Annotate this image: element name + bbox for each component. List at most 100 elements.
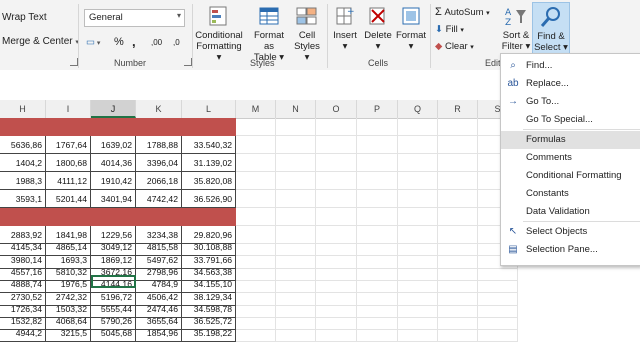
cell[interactable]: 31.139,02 <box>182 154 236 172</box>
conditional-formatting-button[interactable]: Conditional Formatting ▾ <box>194 4 244 63</box>
cell[interactable] <box>316 136 357 154</box>
find-select-button[interactable]: Find & Select ▾ <box>532 2 570 58</box>
sort-filter-button[interactable]: AZ Sort & Filter ▾ <box>500 4 532 52</box>
percent-button[interactable]: % <box>114 36 124 48</box>
menu-item-conditional-formatting[interactable]: Conditional Formatting <box>501 167 640 185</box>
cell[interactable]: 3593,1 <box>0 190 46 208</box>
cell[interactable] <box>316 208 357 226</box>
cell[interactable]: 5201,44 <box>46 190 91 208</box>
menu-item-formulas[interactable]: Formulas <box>501 131 640 149</box>
cell[interactable] <box>276 154 316 172</box>
column-header-m[interactable]: M <box>236 100 276 118</box>
menu-item-replace[interactable]: ab Replace... <box>501 75 640 93</box>
cell[interactable] <box>316 190 357 208</box>
comma-style-button[interactable]: , <box>132 34 136 49</box>
menu-item-find[interactable]: ⌕ Find... <box>501 57 640 75</box>
cell[interactable] <box>276 172 316 190</box>
cell[interactable] <box>236 324 276 342</box>
cell[interactable]: 4742,42 <box>136 190 182 208</box>
cell[interactable]: 35.820,08 <box>182 172 236 190</box>
cell[interactable] <box>357 154 398 172</box>
cell[interactable] <box>357 190 398 208</box>
cell[interactable]: 4944,2 <box>0 324 46 342</box>
fill-button[interactable]: ⬇ Fill ▾ <box>435 24 464 35</box>
cell[interactable]: 1639,02 <box>91 136 136 154</box>
column-header-l[interactable]: L <box>182 100 236 118</box>
cell[interactable] <box>438 208 478 226</box>
menu-item-goto[interactable]: → Go To... <box>501 93 640 111</box>
cell[interactable] <box>357 324 398 342</box>
menu-item-goto-special[interactable]: Go To Special... <box>501 111 640 129</box>
menu-item-data-validation[interactable]: Data Validation <box>501 203 640 221</box>
cell[interactable] <box>398 324 438 342</box>
wrap-text-button[interactable]: Wrap Text <box>2 12 47 23</box>
delete-button[interactable]: Delete ▾ <box>362 4 394 52</box>
cell[interactable] <box>438 190 478 208</box>
cell[interactable] <box>398 118 438 136</box>
cell[interactable] <box>316 324 357 342</box>
cell[interactable]: 33.540,32 <box>182 136 236 154</box>
cell[interactable]: 3401,94 <box>91 190 136 208</box>
cell[interactable] <box>236 172 276 190</box>
number-launcher-icon[interactable] <box>184 58 192 66</box>
cell[interactable]: 2066,18 <box>136 172 182 190</box>
menu-item-comments[interactable]: Comments <box>501 149 640 167</box>
cell[interactable] <box>438 172 478 190</box>
cell-styles-button[interactable]: Cell Styles ▾ <box>292 4 322 63</box>
cell[interactable]: 5636,86 <box>0 136 46 154</box>
cell[interactable]: 1767,64 <box>46 136 91 154</box>
cell[interactable]: 1800,68 <box>46 154 91 172</box>
cell[interactable] <box>438 324 478 342</box>
column-header-j[interactable]: J <box>91 100 136 118</box>
active-cell[interactable] <box>91 275 136 289</box>
menu-item-constants[interactable]: Constants <box>501 185 640 203</box>
format-as-table-button[interactable]: Format as Table ▾ <box>248 4 290 63</box>
cell[interactable]: 1788,88 <box>136 136 182 154</box>
cell[interactable] <box>398 190 438 208</box>
cell[interactable] <box>398 136 438 154</box>
increase-decimal-button[interactable]: ,00 <box>151 38 162 47</box>
cell[interactable]: 4014,36 <box>91 154 136 172</box>
cell[interactable] <box>357 136 398 154</box>
column-header-q[interactable]: Q <box>398 100 438 118</box>
column-header-r[interactable]: R <box>438 100 478 118</box>
cell[interactable] <box>236 190 276 208</box>
cell[interactable] <box>316 154 357 172</box>
merge-center-button[interactable]: Merge & Center ▾ <box>2 36 79 47</box>
clear-button[interactable]: ◆ Clear ▾ <box>435 41 474 52</box>
cell[interactable]: 36.526,90 <box>182 190 236 208</box>
cell[interactable] <box>357 118 398 136</box>
insert-button[interactable]: + Insert ▾ <box>330 4 360 52</box>
cell[interactable] <box>236 118 276 136</box>
cell[interactable]: 1910,42 <box>91 172 136 190</box>
column-header-p[interactable]: P <box>357 100 398 118</box>
cell[interactable] <box>398 154 438 172</box>
column-header-k[interactable]: K <box>136 100 182 118</box>
menu-item-select-objects[interactable]: ↖ Select Objects <box>501 223 640 241</box>
cell[interactable]: 3215,5 <box>46 324 91 342</box>
cell[interactable] <box>316 172 357 190</box>
cell[interactable] <box>276 190 316 208</box>
autosum-button[interactable]: Σ AutoSum ▾ <box>435 6 490 18</box>
cell[interactable] <box>316 118 357 136</box>
cell[interactable] <box>478 324 518 342</box>
cell[interactable]: 5045,68 <box>91 324 136 342</box>
cell[interactable]: 1404,2 <box>0 154 46 172</box>
cell[interactable] <box>357 208 398 226</box>
cell[interactable] <box>236 136 276 154</box>
cell[interactable] <box>398 172 438 190</box>
cell[interactable] <box>276 324 316 342</box>
currency-format-button[interactable]: ▭ ▾ <box>86 37 100 48</box>
column-header-i[interactable]: I <box>46 100 91 118</box>
column-header-o[interactable]: O <box>316 100 357 118</box>
format-button[interactable]: Format ▾ <box>394 4 428 52</box>
cell[interactable] <box>438 136 478 154</box>
cell[interactable]: 1988,3 <box>0 172 46 190</box>
alignment-launcher-icon[interactable] <box>70 58 78 66</box>
cell[interactable]: 35.198,22 <box>182 324 236 342</box>
cell[interactable]: 1854,96 <box>136 324 182 342</box>
menu-item-selection-pane[interactable]: ▤ Selection Pane... <box>501 241 640 259</box>
cell[interactable] <box>438 154 478 172</box>
cell[interactable] <box>236 154 276 172</box>
cell[interactable] <box>276 136 316 154</box>
